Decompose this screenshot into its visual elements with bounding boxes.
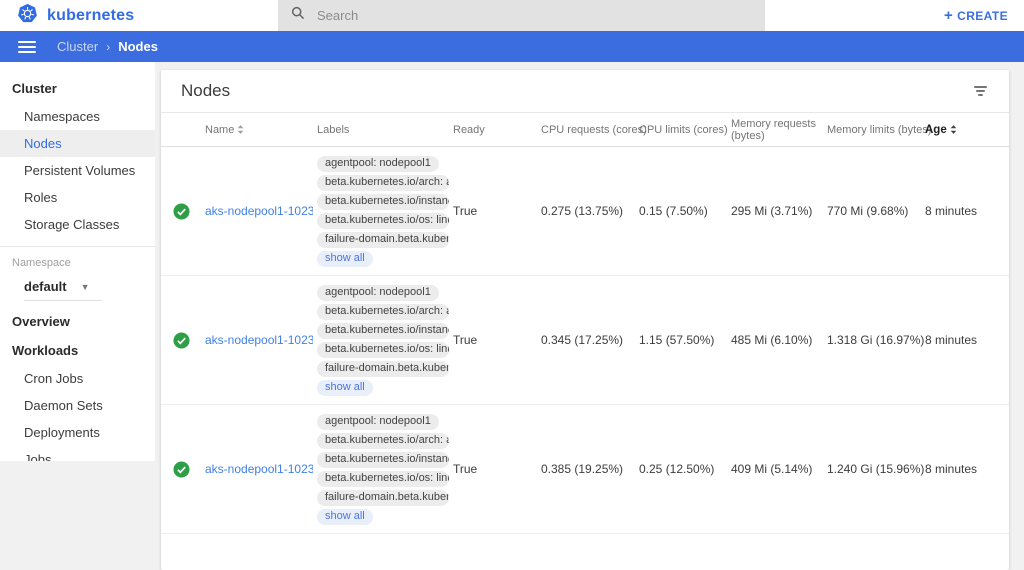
sidebar-item-namespaces[interactable]: Namespaces (0, 103, 155, 130)
status-ok-icon (171, 332, 205, 349)
labels-cell: agentpool: nodepool1 beta.kubernetes.io/… (317, 276, 453, 404)
app-header: kubernetes + CREATE (0, 0, 1024, 31)
ready-value: True (453, 333, 541, 347)
nodes-card: Nodes Name Labels Ready CPU requests (co… (161, 70, 1009, 570)
sort-icon (237, 124, 244, 135)
breadcrumb-section[interactable]: Cluster (57, 39, 98, 54)
filter-icon[interactable] (970, 82, 991, 100)
caret-down-icon: ▼ (81, 282, 90, 292)
memory-requests-value: 295 Mi (3.71%) (731, 204, 827, 218)
sidebar-item-overview[interactable]: Overview (0, 307, 155, 336)
node-name-link[interactable]: aks-nodepool1-10230590-vm… (205, 333, 313, 347)
label-chip: failure-domain.beta.kubernet… (317, 361, 449, 377)
search-bar[interactable] (278, 0, 765, 31)
sidebar-item-cron-jobs[interactable]: Cron Jobs (0, 365, 155, 392)
main-content: Nodes Name Labels Ready CPU requests (co… (155, 62, 1024, 461)
create-button-label: CREATE (957, 9, 1008, 23)
memory-requests-value: 409 Mi (5.14%) (731, 462, 827, 476)
label-chip: agentpool: nodepool1 (317, 414, 439, 430)
label-chip: beta.kubernetes.io/os: linux (317, 213, 449, 229)
memory-limits-value: 1.240 Gi (15.96%) (827, 462, 925, 476)
cpu-limits-value: 1.15 (57.50%) (639, 333, 731, 347)
create-button[interactable]: + CREATE (944, 9, 1008, 23)
label-chip: agentpool: nodepool1 (317, 156, 439, 172)
node-name-link[interactable]: aks-nodepool1-10230590-vm… (205, 204, 313, 218)
ready-value: True (453, 204, 541, 218)
namespace-select[interactable]: default ▼ (24, 275, 102, 301)
age-value: 8 minutes (925, 333, 997, 347)
sidebar-item-storage-classes[interactable]: Storage Classes (0, 211, 155, 238)
labels-cell: agentpool: nodepool1 beta.kubernetes.io/… (317, 147, 453, 275)
age-value: 8 minutes (925, 462, 997, 476)
card-titlebar: Nodes (161, 70, 1009, 113)
label-chip: beta.kubernetes.io/instance-t… (317, 323, 449, 339)
kubernetes-logo[interactable]: kubernetes (0, 3, 278, 29)
label-chip: beta.kubernetes.io/os: linux (317, 342, 449, 358)
label-chip: beta.kubernetes.io/instance-t… (317, 194, 449, 210)
label-chip: failure-domain.beta.kubernet… (317, 490, 449, 506)
status-ok-icon (171, 461, 205, 478)
plus-icon: + (944, 10, 953, 22)
label-chip: beta.kubernetes.io/arch: amd… (317, 175, 449, 191)
cpu-requests-value: 0.345 (17.25%) (541, 333, 639, 347)
app-title: kubernetes (47, 7, 134, 25)
sidebar-item-persistent-volumes[interactable]: Persistent Volumes (0, 157, 155, 184)
column-header-name[interactable]: Name (205, 120, 317, 140)
breadcrumb-bar: Cluster › Nodes (0, 31, 1024, 62)
kubernetes-logo-icon (17, 3, 38, 29)
label-chip: beta.kubernetes.io/os: linux (317, 471, 449, 487)
card-title: Nodes (181, 81, 230, 101)
header-actions: + CREATE (765, 9, 1024, 23)
label-chip: beta.kubernetes.io/arch: amd… (317, 433, 449, 449)
menu-icon[interactable] (18, 41, 36, 53)
cpu-limits-value: 0.15 (7.50%) (639, 204, 731, 218)
memory-limits-value: 770 Mi (9.68%) (827, 204, 925, 218)
memory-requests-value: 485 Mi (6.10%) (731, 333, 827, 347)
column-header-ready[interactable]: Ready (453, 120, 541, 140)
sidebar-item-jobs[interactable]: Jobs (0, 446, 155, 461)
namespace-value: default (24, 279, 67, 294)
namespace-label: Namespace (0, 247, 155, 273)
breadcrumb: Cluster › Nodes (57, 39, 158, 54)
column-header-cpu-limits[interactable]: CPU limits (cores) (639, 120, 731, 140)
label-chip: beta.kubernetes.io/arch: amd… (317, 304, 449, 320)
status-ok-icon (171, 203, 205, 220)
age-value: 8 minutes (925, 204, 997, 218)
sidebar-item-nodes[interactable]: Nodes (0, 130, 155, 157)
column-header-age[interactable]: Age (925, 120, 997, 140)
show-all-button[interactable]: show all (317, 509, 373, 525)
column-header-memory-requests[interactable]: Memory requests (bytes) (731, 114, 827, 146)
label-chip: agentpool: nodepool1 (317, 285, 439, 301)
label-chip: failure-domain.beta.kubernet… (317, 232, 449, 248)
sidebar-item-daemon-sets[interactable]: Daemon Sets (0, 392, 155, 419)
cpu-requests-value: 0.275 (13.75%) (541, 204, 639, 218)
show-all-button[interactable]: show all (317, 380, 373, 396)
table-row: aks-nodepool1-10230590-vm… agentpool: no… (161, 276, 1009, 405)
sidebar-item-roles[interactable]: Roles (0, 184, 155, 211)
column-header-labels[interactable]: Labels (317, 120, 453, 140)
labels-cell: agentpool: nodepool1 beta.kubernetes.io/… (317, 405, 453, 533)
sidebar-item-deployments[interactable]: Deployments (0, 419, 155, 446)
show-all-button[interactable]: show all (317, 251, 373, 267)
cpu-limits-value: 0.25 (12.50%) (639, 462, 731, 476)
sidebar-header-workloads[interactable]: Workloads (0, 336, 155, 365)
table-header: Name Labels Ready CPU requests (cores) C… (161, 113, 1009, 147)
label-chip: beta.kubernetes.io/instance-t… (317, 452, 449, 468)
column-header-memory-limits[interactable]: Memory limits (bytes) (827, 120, 925, 140)
ready-value: True (453, 462, 541, 476)
node-name-link[interactable]: aks-nodepool1-10230590-vm… (205, 462, 313, 476)
table-row: aks-nodepool1-10230590-vm… agentpool: no… (161, 147, 1009, 276)
search-input[interactable] (317, 8, 697, 23)
memory-limits-value: 1.318 Gi (16.97%) (827, 333, 925, 347)
cpu-requests-value: 0.385 (19.25%) (541, 462, 639, 476)
breadcrumb-current: Nodes (118, 39, 158, 54)
search-icon (291, 6, 305, 25)
column-header-cpu-requests[interactable]: CPU requests (cores) (541, 120, 639, 140)
chevron-right-icon: › (106, 40, 110, 54)
sidebar-nav: Cluster Namespaces Nodes Persistent Volu… (0, 62, 155, 461)
sidebar-header-cluster[interactable]: Cluster (0, 74, 155, 103)
sort-icon (950, 124, 957, 135)
table-row: aks-nodepool1-10230590-vm… agentpool: no… (161, 405, 1009, 534)
